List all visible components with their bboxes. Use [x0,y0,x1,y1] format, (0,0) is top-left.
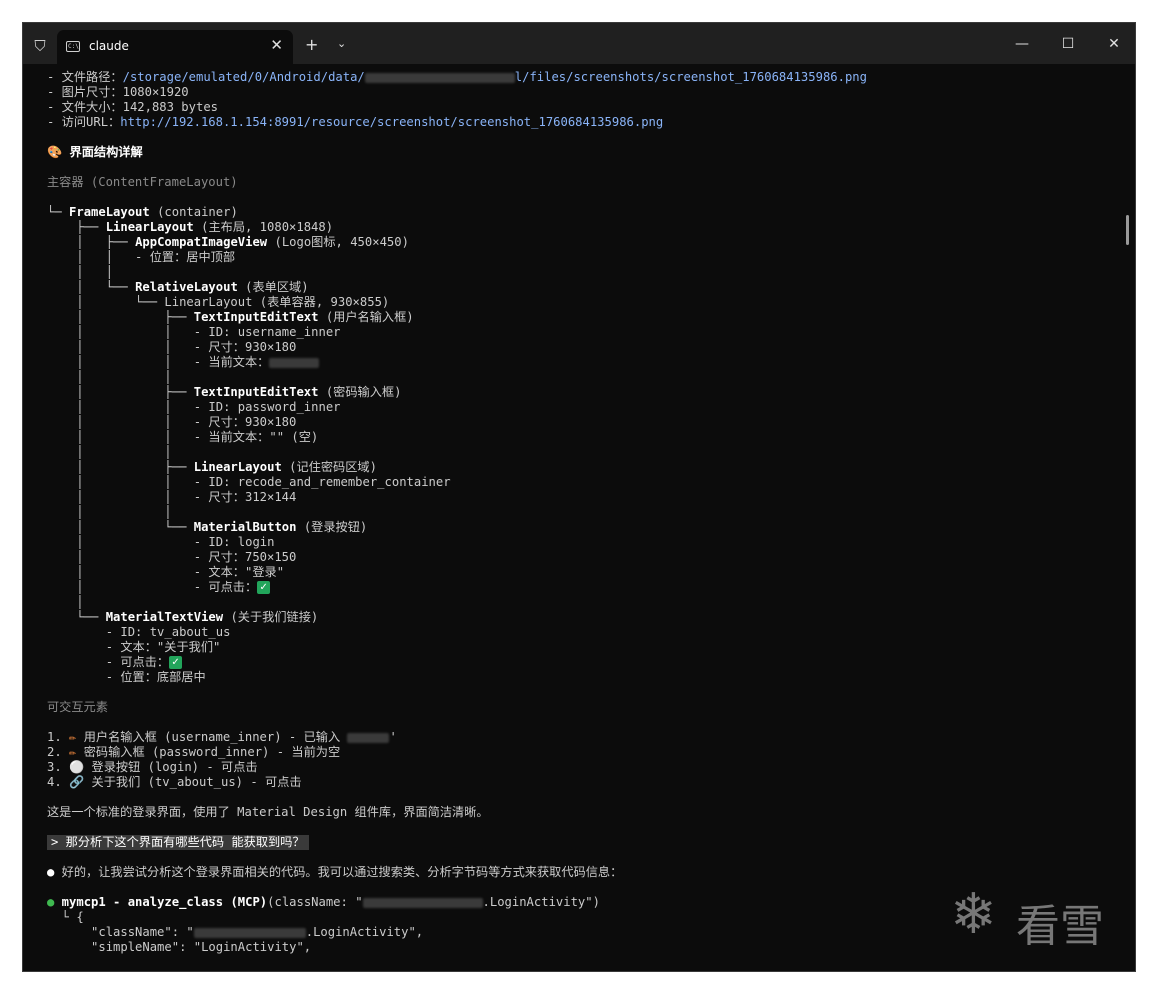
circle-icon: ⚪ [69,760,85,774]
shield-icon[interactable]: ⛉ [32,38,48,54]
terminal-output[interactable]: - 文件路径：/storage/emulated/0/Android/data/… [47,70,1115,971]
tree-line: │ └── RelativeLayout (表单区域) [47,280,309,294]
redacted-text [347,732,390,743]
redacted-text [364,72,515,83]
snowflake-icon: ❄ [950,882,997,947]
user-prompt: > 那分析下这个界面有哪些代码 能获取到吗？ [47,835,1115,850]
image-size-line: - 图片尺寸：1080×1920 [47,85,189,99]
tree-line: │ [47,595,84,609]
list-item: 4. 🔗 关于我们 (tv_about_us) - 可点击 [47,775,302,789]
scrollbar[interactable] [1126,215,1129,245]
terminal-window: ⛉ C:\ claude ✕ + ⌄ — ☐ ✕ - 文件路径：/storage… [22,22,1136,972]
tree-line: │ - 文本："登录" [47,565,285,579]
tree-line: │ ├── TextInputEditText (用户名输入框) [47,310,414,324]
close-button[interactable]: ✕ [1091,23,1135,64]
tree-line: │ │ - 尺寸：930×180 [47,340,297,354]
access-url-link[interactable]: http://192.168.1.154:8991/resource/scree… [120,115,663,129]
redacted-text [269,357,320,368]
tree-line: │ └── MaterialButton (登录按钮) [47,520,368,534]
tree-line: │ │ - 尺寸：930×180 [47,415,297,429]
tree-line: │ - 尺寸：750×150 [47,550,297,564]
tree-line: │ - ID: login [47,535,275,549]
minimize-button[interactable]: — [999,23,1045,64]
chevron-down-icon[interactable]: ⌄ [337,37,346,50]
tree-line: │ ├── LinearLayout (记住密码区域) [47,460,377,474]
tree-line: │ - 可点击： ✓ [47,580,1115,595]
tree-line: │ ├── AppCompatImageView (Logo图标, 450×45… [47,235,409,249]
file-path-line: - 文件路径：/storage/emulated/0/Android/data/… [47,70,867,84]
tree-line: - 位置：底部居中 [47,670,206,684]
new-tab-button[interactable]: + [305,35,318,54]
watermark-text: 看雪 [1016,901,1104,952]
tree-line: └── MaterialTextView (关于我们链接) [47,610,319,624]
tab-title: claude [89,39,129,53]
tree-line: │ │ [47,370,172,384]
redacted-text [362,897,483,908]
tree-line: │ │ [47,265,114,279]
access-url-line: - 访问URL：http://192.168.1.154:8991/resour… [47,115,664,129]
close-tab-icon[interactable]: ✕ [270,36,283,54]
tree-line: - ID: tv_about_us [47,625,231,639]
tree-line: │ │ - 尺寸：312×144 [47,490,297,504]
file-size-line: - 文件大小：142,883 bytes [47,100,218,114]
section-subheading: 可交互元素 [47,700,108,714]
link-icon: 🔗 [69,775,85,789]
maximize-button[interactable]: ☐ [1045,23,1091,64]
assistant-answer: ● 好的，让我尝试分析这个登录界面相关的代码。我可以通过搜索类、分析字节码等方式… [47,865,623,879]
tree-line: │ │ - ID: password_inner [47,400,341,414]
tree-line: │ │ [47,505,172,519]
tree-line: ├── LinearLayout (主布局, 1080×1848) [47,220,334,234]
section-heading: 🎨 界面结构详解 [47,145,143,159]
tree-line: - 文本："关于我们" [47,640,221,654]
terminal-icon: C:\ [66,41,80,52]
redacted-text [193,927,306,938]
tree-line: - 可点击： ✓ [47,655,1115,670]
list-item: 2. ✏ 密码输入框 (password_inner) - 当前为空 [47,745,341,759]
section-subheading: 主容器 (ContentFrameLayout) [47,175,238,189]
tree-line: │ │ - 位置：居中顶部 [47,250,236,264]
tree-line: │ └── LinearLayout (表单容器, 930×855) [47,295,390,309]
tab-claude[interactable]: C:\ claude ✕ [57,30,293,64]
tree-line: │ │ - ID: recode_and_remember_container [47,475,451,489]
tree-line: └─ FrameLayout (container) [47,205,238,219]
summary-line: 这是一个标准的登录界面，使用了 Material Design 组件库，界面简洁… [47,805,489,819]
tree-line: │ ├── TextInputEditText (密码输入框) [47,385,402,399]
tree-line: │ │ [47,445,172,459]
list-item: 1. ✏ 用户名输入框 (username_inner) - 已输入 ' [47,730,397,744]
tree-line: │ │ - 当前文本： [47,355,1115,370]
tree-line: │ │ - ID: username_inner [47,325,341,339]
check-icon: ✓ [169,656,183,669]
check-icon: ✓ [257,581,271,594]
title-bar: ⛉ C:\ claude ✕ + ⌄ — ☐ ✕ [23,23,1135,64]
tree-line: │ │ - 当前文本："" (空) [47,430,319,444]
list-item: 3. ⚪ 登录按钮 (login) - 可点击 [47,760,258,774]
